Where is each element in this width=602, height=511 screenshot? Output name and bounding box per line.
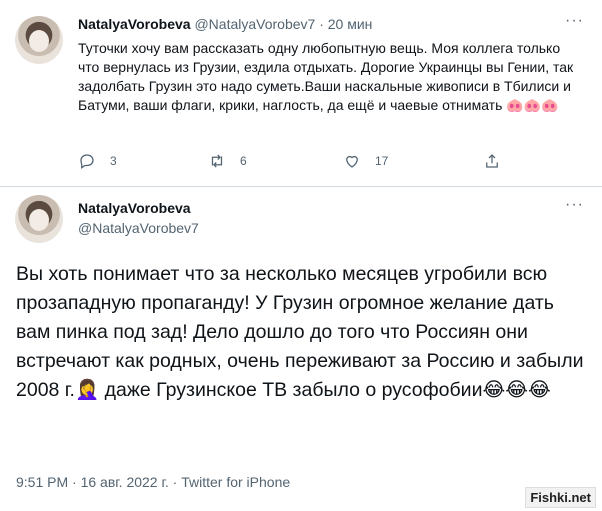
tweet-1-actions: 3 6 17 <box>78 152 518 176</box>
tweet-time[interactable]: 20 мин <box>328 16 373 32</box>
more-icon[interactable]: ··· <box>565 197 584 213</box>
separator-dot: · <box>319 16 324 32</box>
share-button[interactable] <box>483 152 501 170</box>
reply-button[interactable]: 3 <box>78 152 117 170</box>
author-handle[interactable]: @NatalyaVorobev7 <box>78 220 199 236</box>
reply-count: 3 <box>110 154 117 168</box>
more-icon[interactable]: ··· <box>565 13 584 29</box>
author-handle-line: @NatalyaVorobev7 <box>78 220 199 236</box>
author-handle[interactable]: @NatalyaVorobev7 <box>194 16 315 32</box>
avatar[interactable] <box>15 16 63 64</box>
author-name-line: NatalyaVorobeva <box>78 200 191 216</box>
retweet-count: 6 <box>240 154 247 168</box>
divider <box>0 186 602 187</box>
retweet-icon <box>211 154 223 168</box>
avatar[interactable] <box>15 195 63 243</box>
like-count: 17 <box>375 154 389 168</box>
watermark: Fishki.net <box>525 487 596 508</box>
retweet-button[interactable]: 6 <box>208 152 247 170</box>
share-icon <box>486 154 498 168</box>
like-button[interactable]: 17 <box>343 152 388 170</box>
author-name[interactable]: NatalyaVorobeva <box>78 200 191 216</box>
author-name[interactable]: NatalyaVorobeva <box>78 16 191 32</box>
reply-icon <box>80 154 94 170</box>
tweet-2-text: Вы хоть понимает что за несколько месяце… <box>16 263 584 401</box>
tweet-1-header: NatalyaVorobeva @NatalyaVorobev7 · 20 ми… <box>78 16 372 32</box>
tweet-1-text: Туточки хочу вам рассказать одну любопыт… <box>78 40 574 113</box>
like-icon <box>346 155 358 168</box>
tweet-meta[interactable]: 9:51 PM · 16 авг. 2022 г. · Twitter for … <box>16 474 290 490</box>
